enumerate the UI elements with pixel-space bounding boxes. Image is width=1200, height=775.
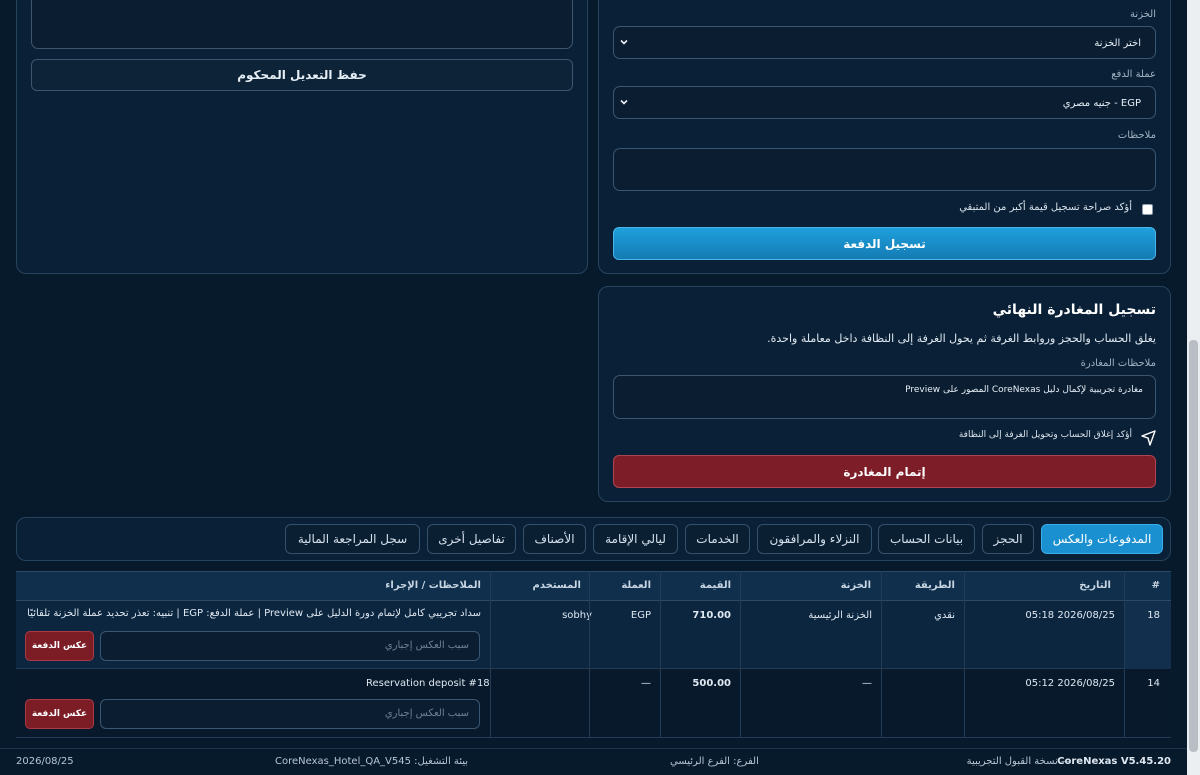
row-amount: 500.00 <box>692 678 731 689</box>
row-notes: سداد تجريبي كامل لإتمام دورة الدليل على … <box>27 608 481 619</box>
scrollbar-thumb[interactable] <box>1189 340 1198 752</box>
row-currency: — <box>641 678 651 689</box>
row-num: 14 <box>1147 678 1160 689</box>
row-num: 18 <box>1147 610 1160 621</box>
row-notes: Reservation deposit #18 <box>366 678 490 689</box>
reverse-reason-placeholder: سبب العكس إجباري <box>384 640 469 651</box>
payment-notes-textarea[interactable] <box>613 148 1156 191</box>
save-controlled-edit-button[interactable]: حفظ التعديل المحكوم <box>31 59 573 91</box>
reverse-reason-placeholder: سبب العكس إجباري <box>384 708 469 719</box>
treasury-label: الخزنة <box>1130 9 1156 20</box>
row-treasury: — <box>862 678 872 689</box>
footer-divider <box>0 748 1187 749</box>
cursor-icon <box>1141 430 1156 446</box>
tab-account-data[interactable]: بيانات الحساب <box>878 524 975 554</box>
column-divider <box>660 571 661 738</box>
treasury-select-value: اختر الخزنة <box>1094 38 1141 49</box>
record-payment-button[interactable]: تسجيل الدفعة <box>613 227 1156 260</box>
overpay-confirm-label: أؤكد صراحة تسجيل قيمة أكبر من المتبقي <box>959 202 1132 213</box>
row-currency: EGP <box>630 610 651 621</box>
row-notes-wrap: سداد تجريبي كامل لإتمام دورة الدليل على … <box>16 608 491 622</box>
checkout-description: يغلق الحساب والحجز وروابط الغرفة ثم يحول… <box>767 332 1156 345</box>
tab-stay-nights[interactable]: ليالي الإقامة <box>593 524 678 554</box>
tab-payments[interactable]: المدفوعات والعكس <box>1041 524 1163 554</box>
edit-notes-textarea[interactable] <box>31 0 573 49</box>
checkout-notes-textarea[interactable]: مغادرة تجريبية لإكمال دليل CoreNexas الم… <box>613 375 1156 419</box>
page-scrollbar[interactable] <box>1187 0 1200 775</box>
col-notes: الملاحظات / الإجراء <box>385 580 481 591</box>
payments-table-header: # التاريخ الطريقة الخزنة القيمة العملة ا… <box>16 571 1171 601</box>
tab-services[interactable]: الخدمات <box>685 524 750 554</box>
row-date: 2026/08/25 05:18 <box>1025 610 1115 621</box>
col-num: # <box>1151 580 1160 591</box>
complete-checkout-button[interactable]: إتمام المغادرة <box>613 455 1156 488</box>
checkout-title: تسجيل المغادرة النهائي <box>992 302 1156 318</box>
col-user: المستخدم <box>532 580 581 591</box>
checkout-notes-label: ملاحظات المغادرة <box>1080 358 1156 369</box>
footer-branch: الفرع: الفرع الرئيسي <box>670 756 759 767</box>
tab-reservation[interactable]: الحجز <box>982 524 1034 554</box>
tab-guests[interactable]: النزلاء والمرافقون <box>757 524 872 554</box>
col-amount: القيمة <box>699 580 731 591</box>
reverse-payment-button[interactable]: عكس الدفعة <box>25 699 94 729</box>
footer-edition: — نسخة القبول التجريبية <box>966 756 1071 767</box>
checkout-confirm-label: أؤكد إغلاق الحساب وتحويل الغرفة إلى النظ… <box>958 430 1132 440</box>
reverse-reason-input[interactable]: سبب العكس إجباري <box>100 631 480 661</box>
tab-other-details[interactable]: تفاصيل أخرى <box>427 524 516 554</box>
notes-label: ملاحظات <box>1117 130 1156 141</box>
treasury-select[interactable]: اختر الخزنة <box>613 26 1156 59</box>
row-treasury: الخزنة الرئيسية <box>808 610 872 621</box>
currency-select[interactable]: EGP - جنيه مصري <box>613 86 1156 119</box>
footer-brand: CoreNexas V5.45.20 <box>1057 756 1171 767</box>
column-divider <box>1124 571 1125 738</box>
column-divider <box>490 571 491 738</box>
column-divider <box>589 571 590 738</box>
column-divider <box>964 571 965 738</box>
col-currency: العملة <box>621 580 651 591</box>
column-divider <box>740 571 741 738</box>
overpay-confirm-checkbox[interactable] <box>1142 204 1153 215</box>
footer-environment: بيئة التشغيل: CoreNexas_Hotel_QA_V545 <box>275 756 469 767</box>
currency-label: عملة الدفع <box>1111 69 1156 80</box>
footer-date: 2026/08/25 <box>16 756 74 767</box>
col-treasury: الخزنة <box>840 580 871 591</box>
chevron-down-icon <box>620 99 628 105</box>
row-user: sobhy <box>562 610 592 621</box>
column-divider <box>881 571 882 738</box>
currency-select-value: EGP - جنيه مصري <box>1062 98 1141 109</box>
chevron-down-icon <box>620 39 628 45</box>
checkout-notes-value: مغادرة تجريبية لإكمال دليل CoreNexas الم… <box>905 385 1143 395</box>
tab-items[interactable]: الأصناف <box>523 524 586 554</box>
row-method: نقدي <box>934 610 955 621</box>
col-date: التاريخ <box>1079 580 1111 591</box>
reverse-payment-button[interactable]: عكس الدفعة <box>25 631 94 661</box>
row-amount: 710.00 <box>692 610 731 621</box>
reverse-reason-input[interactable]: سبب العكس إجباري <box>100 699 480 729</box>
row-date: 2026/08/25 05:12 <box>1025 678 1115 689</box>
col-method: الطريقة <box>914 580 955 591</box>
tab-financial-audit[interactable]: سجل المراجعة المالية <box>285 524 420 554</box>
